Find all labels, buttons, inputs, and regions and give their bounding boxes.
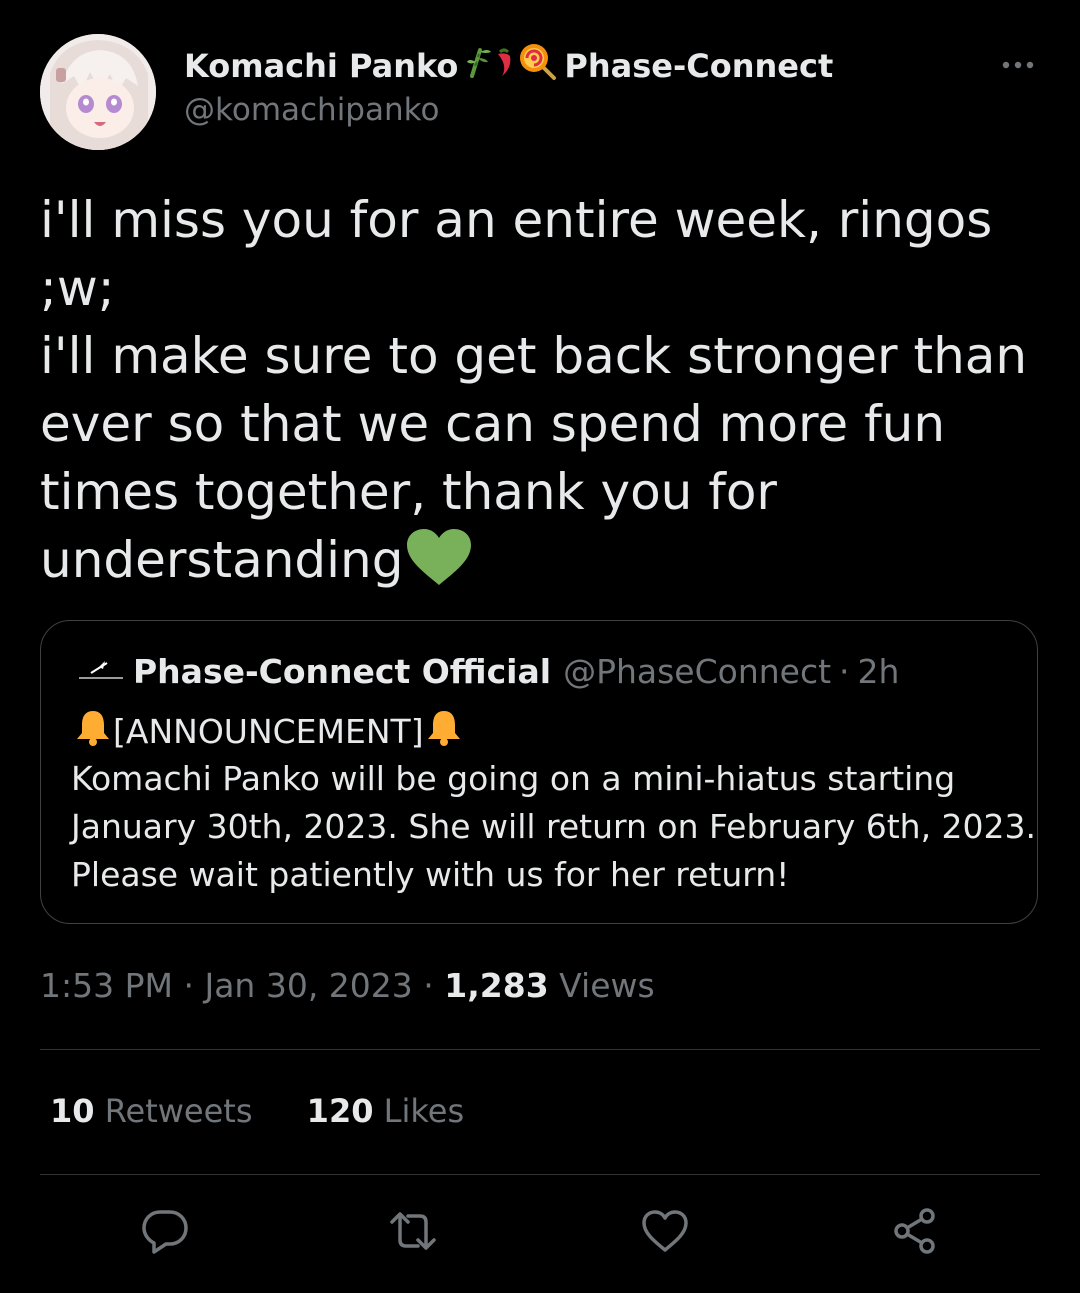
retweet-icon[interactable] [388,1206,438,1256]
retweets-count: 10 [50,1092,95,1130]
announcement-label: [ANNOUNCEMENT] [113,711,424,751]
quoted-line: Komachi Panko will be going on a mini-hi… [71,759,956,798]
bell-icon [73,707,113,755]
lollipop-icon [518,42,558,90]
views-label: Views [559,966,655,1005]
likes-stat[interactable]: 120 Likes [307,1092,464,1130]
author-handle[interactable]: @komachipanko [184,92,439,128]
likes-label: Likes [383,1092,465,1130]
avatar[interactable] [40,34,156,150]
tweet-meta: 1:53 PM · Jan 30, 2023 · 1,283 Views [40,966,655,1005]
divider [40,1174,1040,1175]
like-icon[interactable] [640,1206,690,1256]
meta-separator: · [183,966,194,1005]
more-options-icon[interactable] [998,50,1038,80]
retweets-stat[interactable]: 10 Retweets [50,1092,253,1130]
bamboo-icon [466,46,492,86]
author-name[interactable]: Komachi Panko [184,47,458,85]
author-affiliation: Phase-Connect [564,47,834,85]
share-icon[interactable] [890,1206,940,1256]
tweet-line: i'll make sure to get back stronger than [40,327,1028,385]
likes-count: 120 [306,1092,374,1130]
divider [40,1049,1040,1050]
views-count: 1,283 [444,966,549,1005]
quoted-tweet-card[interactable]: Phase-Connect Official @PhaseConnect · 2… [40,620,1038,924]
tweet-text: i'll miss you for an entire week, ringos… [40,186,1050,604]
tweet-line: times together, thank you for [40,463,777,521]
green-heart-icon [405,527,473,604]
tweet-line: ;w; [40,259,115,317]
author-name-row[interactable]: Komachi Panko Phase-Connect [184,42,833,90]
tweet-line: ever so that we can spend more fun [40,395,946,453]
tweet-date[interactable]: Jan 30, 2023 [204,966,412,1005]
tweet-line-last: understanding [40,526,1050,604]
quoted-line: January 30th, 2023. She will return on F… [71,807,1037,846]
retweets-label: Retweets [104,1092,253,1130]
quoted-body: Komachi Panko will be going on a mini-hi… [71,755,1037,899]
quoted-author-handle: @PhaseConnect [563,651,832,691]
meta-separator: · [423,966,434,1005]
quoted-separator: · [839,651,850,691]
quoted-line: Please wait patiently with us for her re… [71,855,790,894]
phase-connect-logo-icon[interactable] [73,651,129,691]
chili-pepper-icon [494,46,516,86]
announcement-line: [ANNOUNCEMENT] [73,707,464,755]
bell-icon [424,707,464,755]
quoted-timestamp[interactable]: 2h [858,652,900,691]
engagement-stats: 10 Retweets 120 Likes [50,1092,508,1130]
tweet-time[interactable]: 1:53 PM [40,966,173,1005]
quoted-author-name[interactable]: Phase-Connect Official [133,652,551,691]
tweet-detail: Komachi Panko Phase-Connect @komachipank… [0,0,1080,1293]
tweet-line: i'll miss you for an entire week, ringos [40,191,993,249]
reply-icon[interactable] [140,1206,190,1256]
tweet-line: understanding [40,531,404,589]
quoted-header: Phase-Connect Official @PhaseConnect · 2… [73,651,899,691]
